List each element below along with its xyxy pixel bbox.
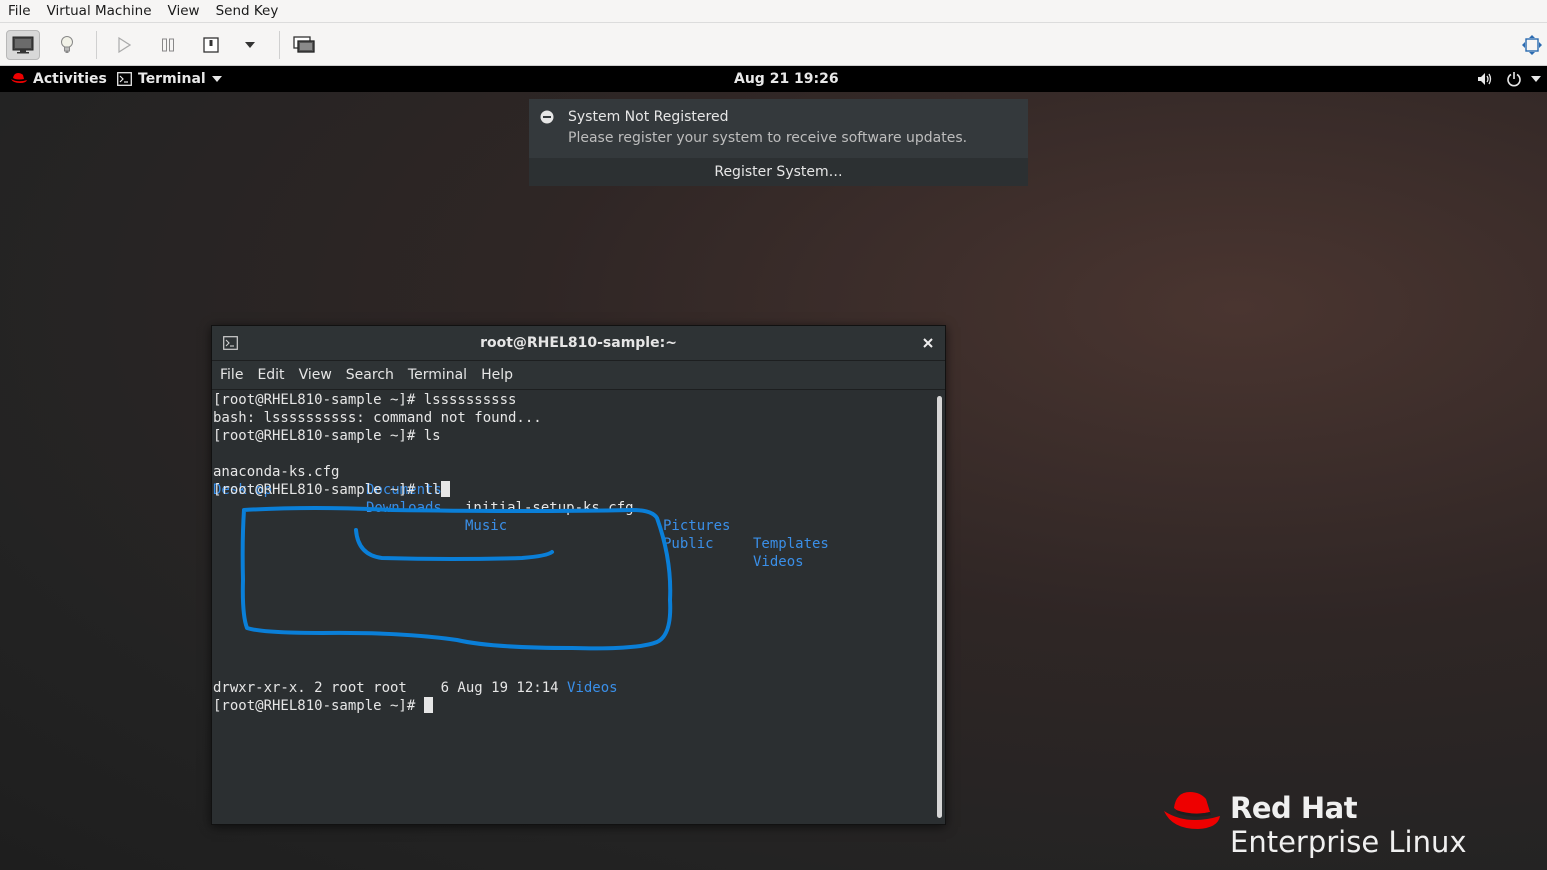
host-toolbar: [0, 23, 1547, 66]
host-menu-file[interactable]: File: [0, 0, 39, 23]
run-button[interactable]: [107, 30, 141, 60]
redhat-logo-icon: [1164, 792, 1220, 829]
clock[interactable]: Aug 21 19:26: [734, 66, 839, 92]
branding-enterprise-linux: Enterprise Linux: [1230, 825, 1467, 859]
dir-entry: Templates: [753, 536, 829, 552]
pause-icon: [162, 38, 174, 52]
terminal-menu-search[interactable]: Search: [339, 361, 401, 390]
shutdown-button[interactable]: [194, 30, 228, 60]
toolbar-separator: [279, 31, 280, 59]
notification-message: Please register your system to receive s…: [568, 130, 968, 146]
terminal-menu-view[interactable]: View: [292, 361, 339, 390]
activities-button[interactable]: Activities: [33, 66, 107, 92]
play-icon: [118, 37, 131, 53]
dir-entry: Videos: [567, 680, 618, 696]
terminal-title: root@RHEL810-sample:~: [480, 335, 677, 351]
terminal-line: anaconda-ks.cfg Documents initial-setup-…: [213, 445, 829, 552]
notification-body[interactable]: System Not Registered Please register yo…: [529, 99, 1028, 158]
host-menu-send-key[interactable]: Send Key: [208, 0, 287, 23]
terminal-menu-terminal[interactable]: Terminal: [401, 361, 474, 390]
terminal-menu-edit[interactable]: Edit: [250, 361, 291, 390]
text-cursor: [423, 697, 433, 713]
chevron-down-icon: [211, 76, 222, 82]
text-cursor: [440, 481, 450, 497]
branding-redhat: Red Hat: [1230, 791, 1358, 825]
details-view-button[interactable]: [50, 30, 84, 60]
pause-button[interactable]: [151, 30, 185, 60]
fullscreen-button[interactable]: [1515, 30, 1547, 60]
terminal-line: Desktop Downloads Music Public Videos: [213, 463, 804, 570]
power-menu-icon[interactable]: [1506, 71, 1522, 87]
terminal-icon: [117, 72, 132, 86]
annotation-scribble: [240, 506, 673, 651]
guest-desktop: Activities Terminal Aug 21 19:26 System …: [0, 66, 1547, 870]
terminal-titlebar[interactable]: root@RHEL810-sample:~: [212, 326, 945, 361]
terminal-window[interactable]: root@RHEL810-sample:~ File Edit View Sea…: [211, 325, 946, 825]
volume-icon[interactable]: [1477, 72, 1493, 86]
minus-circle-icon: [540, 110, 554, 124]
terminal-line: drwxr-xr-x. 2 root root 6 Aug 19 12:14 V…: [213, 679, 618, 697]
host-menubar: File Virtual Machine View Send Key: [0, 0, 1547, 23]
terminal-menu-file[interactable]: File: [213, 361, 250, 390]
gnome-top-bar: Activities Terminal Aug 21 19:26: [0, 66, 1547, 92]
terminal-line: [root@RHEL810-sample ~]# ll: [213, 481, 450, 499]
terminal-prompt: [root@RHEL810-sample ~]# ll: [213, 482, 441, 498]
chevron-down-icon[interactable]: [1531, 76, 1541, 82]
host-menu-view[interactable]: View: [160, 0, 208, 23]
notification-banner[interactable]: System Not Registered Please register yo…: [529, 99, 1028, 186]
toolbar-separator: [96, 31, 97, 59]
register-system-button[interactable]: Register System…: [529, 158, 1028, 186]
terminal-line: [root@RHEL810-sample ~]#: [213, 697, 433, 715]
console-view-button[interactable]: [6, 30, 40, 60]
lightbulb-icon: [61, 36, 73, 53]
app-menu-terminal[interactable]: Terminal: [117, 66, 222, 92]
dir-entry: Videos: [753, 554, 804, 570]
terminal-line: [root@RHEL810-sample ~]# ls: [213, 428, 441, 444]
terminal-prompt: [root@RHEL810-sample ~]#: [213, 698, 424, 714]
monitor-icon: [12, 36, 34, 54]
terminal-output[interactable]: [root@RHEL810-sample ~]# lssssssssss bas…: [212, 390, 945, 824]
terminal-menu-help[interactable]: Help: [474, 361, 520, 390]
notification-title: System Not Registered: [568, 109, 729, 125]
dir-listing: drwxr-xr-x. 2 root root 6 Aug 19 12:14: [213, 680, 568, 696]
terminal-line: bash: lssssssssss: command not found...: [213, 410, 542, 426]
terminal-menubar: File Edit View Search Terminal Help: [212, 361, 945, 390]
shutdown-dropdown-button[interactable]: [233, 30, 267, 60]
fullscreen-icon: [1522, 35, 1542, 55]
snapshot-icon: [293, 36, 315, 53]
host-menu-virtual-machine[interactable]: Virtual Machine: [39, 0, 160, 23]
terminal-line: [root@RHEL810-sample ~]# lssssssssss: [213, 392, 517, 408]
close-icon[interactable]: [923, 338, 933, 348]
redhat-hat-icon: [11, 73, 27, 83]
app-menu-label: Terminal: [138, 71, 206, 87]
dropdown-icon: [245, 42, 255, 48]
snapshots-button[interactable]: [287, 30, 321, 60]
power-icon: [203, 37, 219, 53]
terminal-scrollbar[interactable]: [937, 396, 942, 818]
